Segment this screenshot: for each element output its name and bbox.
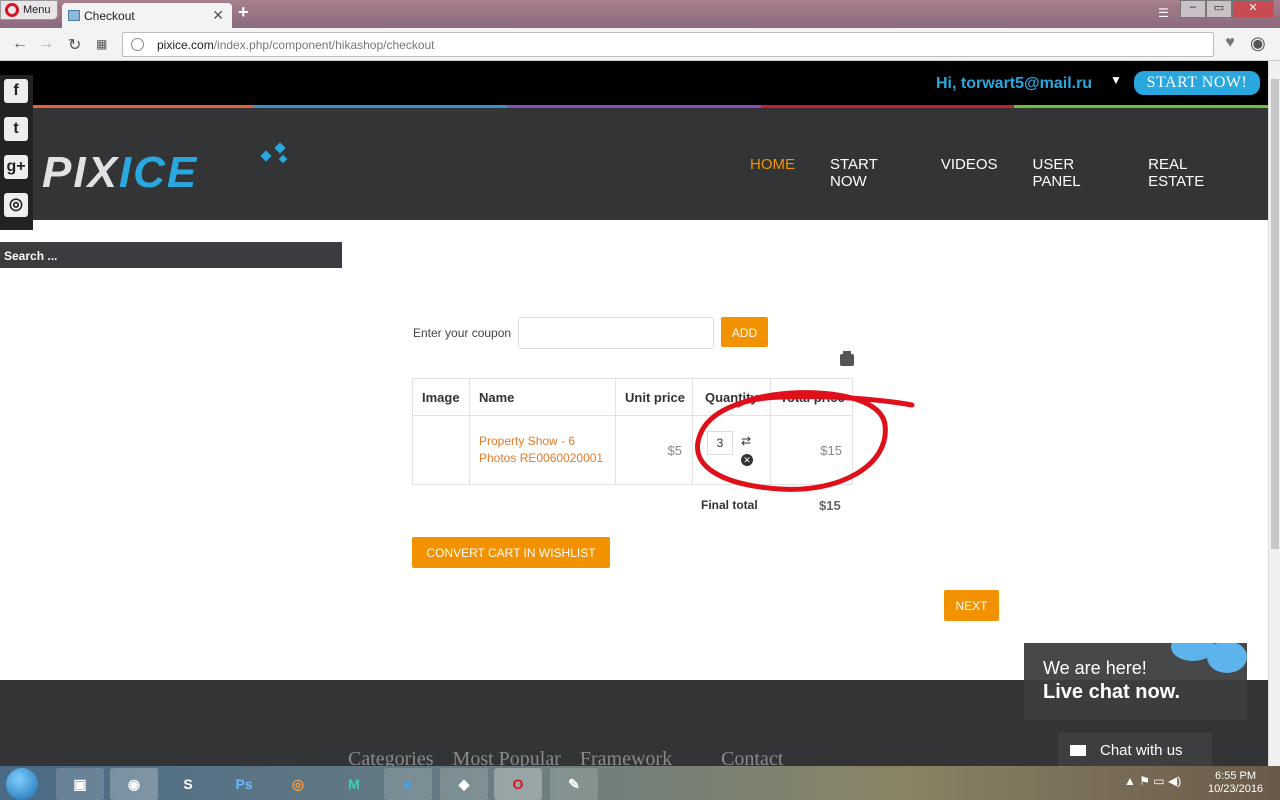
facebook-icon[interactable]: f (4, 79, 28, 103)
page-scrollbar[interactable] (1268, 61, 1280, 766)
live-chat-box[interactable]: We are here! Live chat now. (1024, 643, 1247, 720)
nav-user-panel[interactable]: USER PANEL (1033, 156, 1114, 190)
close-tab-icon[interactable]: ✕ (212, 7, 224, 24)
windows-start-icon[interactable] (6, 768, 38, 800)
tab-favicon-icon (68, 10, 80, 21)
tab-menu-icon[interactable]: ☰ (1158, 6, 1169, 20)
site-topbar: Hi, torwart5@mail.ru ▼ START NOW! (0, 61, 1268, 107)
houdini-app-icon[interactable]: ◎ (274, 768, 322, 800)
opera-app-icon[interactable]: O (494, 768, 542, 800)
start-now-button[interactable]: START NOW! (1134, 71, 1260, 95)
nav-real-estate[interactable]: REAL ESTATE (1148, 156, 1233, 190)
ie-app-icon[interactable]: e (384, 768, 432, 800)
final-total-label: Final total (701, 498, 758, 512)
3dsmax-app-icon[interactable]: M (330, 768, 378, 800)
maximize-button[interactable]: ▭ (1206, 0, 1232, 18)
url-input[interactable]: pixice.com/index.php/component/hikashop/… (122, 32, 1214, 57)
add-coupon-button[interactable]: ADD (721, 317, 768, 347)
col-name: Name (469, 378, 616, 416)
quantity-wrap: 3 ⇄ ✕ (693, 416, 770, 484)
table-row: Property Show - 6 Photos RE0060020001 $5 … (412, 415, 853, 485)
print-icon[interactable] (840, 351, 854, 366)
browser-titlebar: Menu Checkout ✕ + ☰ – ▭ ✕ (0, 0, 1280, 28)
cart-header-row: Image Name Unit price Quantity Total pri… (412, 378, 853, 416)
user-greeting[interactable]: Hi, torwart5@mail.ru (936, 75, 1092, 93)
search-input[interactable]: Search ... (0, 242, 342, 268)
col-quantity: Quantity (692, 378, 771, 416)
main-nav: HOME START NOW VIDEOS USER PANEL REAL ES… (750, 156, 1268, 190)
app-icon[interactable]: ◆ (440, 768, 488, 800)
photoshop-app-icon[interactable]: Ps (220, 768, 268, 800)
product-name-link[interactable]: Property Show - 6 Photos RE0060020001 (469, 415, 616, 485)
opera-menu-button[interactable]: Menu (0, 0, 58, 20)
skype-app-icon[interactable]: S (164, 768, 212, 800)
unit-price-value: $5 (615, 415, 693, 485)
speed-dial-icon[interactable]: ▦ (96, 37, 107, 51)
cart-table: Image Name Unit price Quantity Total pri… (412, 378, 853, 485)
google-plus-icon[interactable]: g+ (4, 155, 28, 179)
back-icon[interactable]: ← (12, 35, 28, 53)
chrome-app-icon[interactable]: ◉ (110, 768, 158, 800)
site-header: PIXICE HOME START NOW VIDEOS USER PANEL … (0, 108, 1268, 220)
computer-app-icon[interactable]: ▣ (56, 768, 104, 800)
total-price-value: $15 (770, 415, 853, 485)
site-info-icon[interactable] (131, 38, 144, 51)
chat-line-2: Live chat now. (1043, 681, 1181, 703)
twitter-icon[interactable]: t (4, 117, 28, 141)
product-image-cell (412, 415, 470, 485)
system-tray-icons[interactable]: ▲ ⚑ ▭ ◀) (1124, 774, 1181, 788)
paint-app-icon[interactable]: ✎ (550, 768, 598, 800)
new-tab-button[interactable]: + (238, 2, 249, 23)
next-button[interactable]: NEXT (944, 590, 999, 621)
windows-taskbar: ▣ ◉ S Ps ◎ M e ◆ O ✎ ▲ ⚑ ▭ ◀) 6:55 PM 10… (0, 766, 1280, 800)
social-sidebar: f t g+ ◎ (0, 75, 33, 230)
chat-with-us-button[interactable]: Chat with us (1058, 733, 1212, 767)
pixice-logo[interactable]: PIXICE (42, 148, 198, 198)
system-clock[interactable]: 6:55 PM 10/23/2016 (1208, 770, 1263, 796)
convert-to-wishlist-button[interactable]: CONVERT CART IN WISHLIST (412, 537, 610, 568)
chevron-down-icon[interactable]: ▼ (1110, 73, 1122, 87)
address-bar-row: ← → ↻ ▦ pixice.com/index.php/component/h… (0, 28, 1280, 61)
scroll-thumb[interactable] (1271, 79, 1279, 549)
refresh-quantity-icon[interactable]: ⇄ (741, 434, 751, 448)
remove-item-icon[interactable]: ✕ (741, 454, 753, 466)
instagram-icon[interactable]: ◎ (4, 193, 28, 217)
nav-home[interactable]: HOME (750, 156, 795, 190)
chat-bubbles-icon (1171, 643, 1247, 673)
chat-icon (1070, 745, 1086, 756)
reload-icon[interactable]: ↻ (68, 35, 81, 55)
forward-icon[interactable]: → (38, 35, 54, 53)
coupon-input[interactable] (518, 317, 714, 349)
minimize-button[interactable]: – (1180, 0, 1206, 18)
window-controls: – ▭ ✕ (1180, 0, 1274, 18)
col-image: Image (412, 378, 470, 416)
col-total-price: Total price (770, 378, 853, 416)
window-close-button[interactable]: ✕ (1232, 0, 1274, 18)
quantity-cell: 3 ⇄ ✕ (692, 415, 771, 485)
bookmark-heart-icon[interactable]: ♥ (1218, 34, 1242, 54)
tab-checkout[interactable]: Checkout ✕ (62, 3, 232, 28)
nav-videos[interactable]: VIDEOS (941, 156, 998, 190)
account-icon[interactable]: ◉ (1250, 33, 1266, 54)
nav-start-now[interactable]: START NOW (830, 156, 906, 190)
col-unit-price: Unit price (615, 378, 693, 416)
coupon-label: Enter your coupon (413, 326, 512, 340)
quantity-input[interactable]: 3 (707, 431, 733, 455)
opera-logo-icon (5, 3, 19, 17)
final-total-value: $15 (819, 498, 841, 513)
